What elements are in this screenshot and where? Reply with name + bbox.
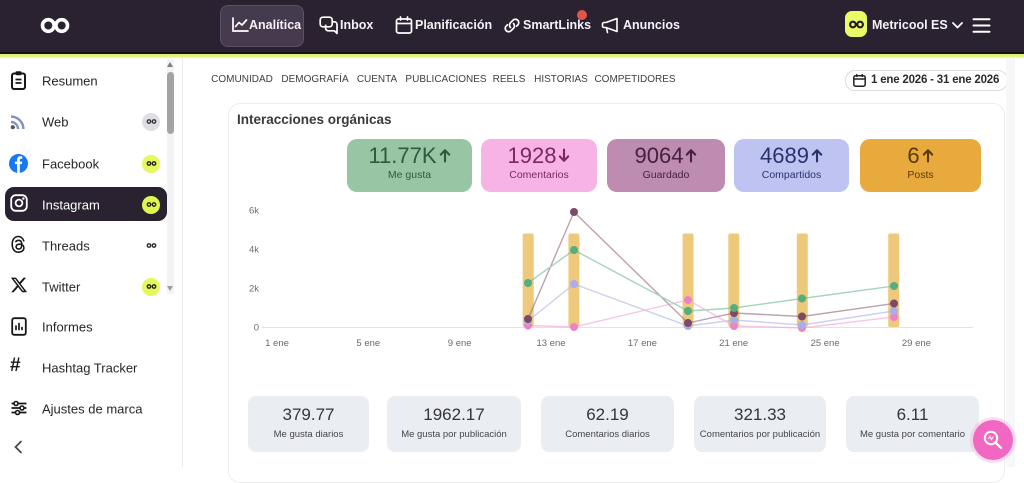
svg-text:5 ene: 5 ene (356, 338, 380, 349)
svg-text:9 ene: 9 ene (448, 338, 472, 349)
svg-text:17 ene: 17 ene (628, 338, 657, 349)
svg-text:4k: 4k (249, 245, 259, 256)
svg-text:25 ene: 25 ene (811, 338, 840, 349)
svg-text:13 ene: 13 ene (536, 338, 565, 349)
svg-text:29 ene: 29 ene (902, 338, 931, 349)
svg-text:1 ene: 1 ene (265, 338, 289, 349)
svg-text:0: 0 (254, 323, 259, 334)
svg-text:2k: 2k (249, 284, 259, 295)
svg-text:6k: 6k (249, 206, 259, 217)
svg-text:21 ene: 21 ene (719, 338, 748, 349)
